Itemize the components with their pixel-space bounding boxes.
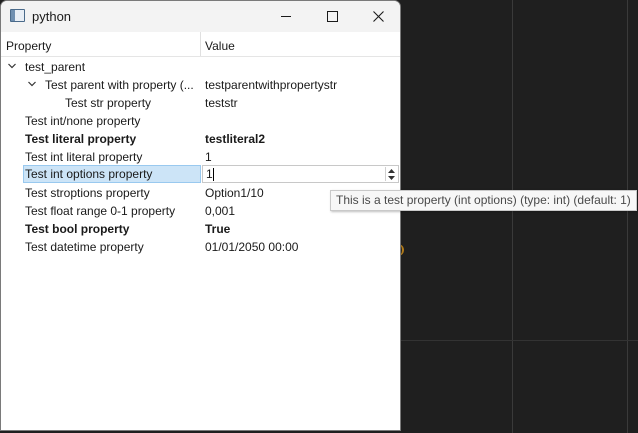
text-caret (213, 168, 214, 181)
tree-row[interactable]: Test parent with property (... testparen… (1, 76, 400, 94)
app-window-icon (10, 9, 25, 22)
title-bar[interactable]: python (1, 1, 400, 32)
property-value: 01/01/2050 00:00 (205, 240, 299, 254)
property-label: Test str property (65, 96, 152, 110)
tooltip: This is a test property (int options) (t… (330, 190, 637, 211)
background-guide-line (401, 340, 638, 341)
close-icon (372, 11, 384, 22)
background-guide-line (512, 0, 513, 433)
close-button[interactable] (355, 1, 400, 32)
window-title: python (32, 9, 72, 24)
property-label: Test stroptions property (25, 186, 150, 200)
python-window: python Property Value test_parent Test p… (0, 0, 401, 431)
property-label: Test datetime property (25, 240, 144, 254)
property-label: Test float range 0-1 property (25, 204, 176, 218)
property-label: Test literal property (25, 132, 137, 146)
property-value: testliteral2 (205, 132, 266, 146)
tree-row-selected[interactable]: Test int options property 1 (1, 165, 400, 183)
property-label: test_parent (25, 60, 86, 74)
property-value: testparentwithpropertystr (205, 78, 338, 92)
chevron-down-icon[interactable] (27, 79, 37, 89)
int-spinbox[interactable]: 1 (202, 165, 399, 183)
triangle-up-icon (388, 168, 395, 173)
property-value: 1 (205, 150, 212, 164)
property-value: teststr (205, 96, 238, 110)
maximize-icon (326, 11, 338, 22)
property-label: Test int/none property (25, 114, 141, 128)
spin-up-button[interactable] (386, 167, 397, 174)
property-value: Option1/10 (205, 186, 264, 200)
property-label: Test int options property (25, 167, 153, 181)
triangle-down-icon (388, 175, 395, 180)
maximize-button[interactable] (309, 1, 355, 32)
spin-down-button[interactable] (386, 174, 397, 181)
property-value: 0,001 (205, 204, 236, 218)
spin-buttons (385, 167, 397, 181)
property-label: Test parent with property (... (45, 78, 194, 92)
tree-row[interactable]: Test datetime property 01/01/2050 00:00 (1, 238, 400, 256)
header-property[interactable]: Property (6, 39, 51, 53)
spinbox-value[interactable]: 1 (206, 167, 213, 181)
minimize-icon (281, 16, 291, 17)
tree-row[interactable]: Test bool property True (1, 220, 400, 238)
background-guide-line (627, 0, 628, 433)
minimize-button[interactable] (263, 1, 309, 32)
tree-row[interactable]: Test int literal property 1 (1, 148, 400, 166)
tree-row[interactable]: Test literal property testliteral2 (1, 130, 400, 148)
property-value: True (205, 222, 231, 236)
header-value[interactable]: Value (205, 39, 235, 53)
tree-header: Property Value (1, 32, 400, 57)
header-divider[interactable] (200, 32, 201, 56)
property-label: Test int literal property (25, 150, 143, 164)
tree-row[interactable]: test_parent (1, 58, 400, 76)
tree-row[interactable]: Test int/none property (1, 112, 400, 130)
property-label: Test bool property (25, 222, 130, 236)
tree-row[interactable]: Test str property teststr (1, 94, 400, 112)
property-tree[interactable]: Property Value test_parent Test parent w… (1, 32, 400, 430)
chevron-down-icon[interactable] (7, 61, 17, 71)
